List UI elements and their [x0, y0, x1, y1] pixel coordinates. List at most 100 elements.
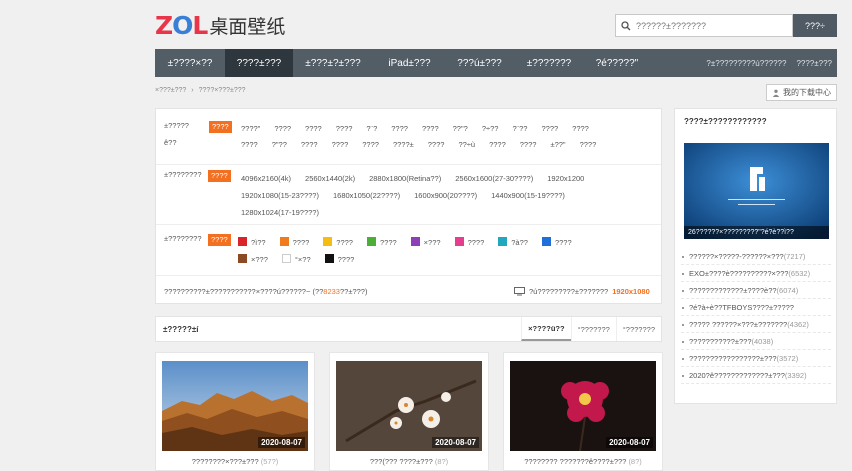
filter-color-option[interactable]: ???? [279, 234, 309, 251]
filter-category-option[interactable]: ??"? [453, 121, 468, 137]
wallpaper-card[interactable]: 2020-08-07 ????????×???±??? (57?) [155, 352, 315, 471]
search-input[interactable] [636, 20, 786, 31]
filter-resolution-option[interactable]: 1680x1050(22????) [333, 187, 400, 204]
list-item[interactable]: ?????????????±????è??(6074) [681, 282, 831, 299]
list-item[interactable]: ????? ??????×???±???????(4362) [681, 316, 831, 333]
filter-color-option[interactable]: ???? [323, 234, 353, 251]
filter-resolution-option[interactable]: 2880x1800(Retina??) [369, 170, 441, 187]
color-name: ???? [554, 238, 572, 247]
list-item[interactable]: ?????????????????±???(3572) [681, 350, 831, 367]
filter-resolution-option[interactable]: 1920x1080(15-23????) [241, 187, 319, 204]
filter-category-option[interactable]: ???? [362, 137, 379, 153]
color-name: ?à?? [511, 238, 528, 247]
filter-category-option[interactable]: ?÷?? [482, 121, 499, 137]
tab-sort-3[interactable]: °??????? [615, 317, 661, 341]
wallpaper-caption[interactable]: ????????×???±??? (57?) [156, 457, 314, 466]
filter-category-option[interactable]: ???? [241, 137, 258, 153]
filter-color-option[interactable]: ?ì?? [238, 234, 266, 251]
list-item[interactable]: ?é?à÷è??TFBOYS????±????? [681, 299, 831, 316]
list-item[interactable]: ???????????±???(4038) [681, 333, 831, 350]
filter-category-option[interactable]: ????± [393, 137, 414, 153]
list-item-count: (6532) [788, 269, 811, 278]
filter-category-option[interactable]: ???? [428, 137, 445, 153]
search-box[interactable] [615, 14, 793, 37]
filter-category-option[interactable]: ???? [580, 137, 597, 153]
breadcrumb-home[interactable]: ×???±??? [155, 87, 186, 94]
nav-item-7[interactable]: ?é?????" [585, 49, 649, 77]
color-name: ???? [467, 238, 485, 247]
wallpaper-thumbnail[interactable]: 2020-08-07 [510, 361, 656, 451]
list-item-title: ?é?à÷è??TFBOYS????±????? [689, 303, 794, 312]
filter-color-option[interactable]: ???? [454, 234, 485, 251]
filter-category-option[interactable]: ????" [241, 121, 260, 137]
filter-category-option[interactable]: ???? [301, 137, 318, 153]
list-item-count: (7217) [783, 252, 806, 261]
wallpaper-caption[interactable]: ???(??? ????±??? (8?) [330, 457, 488, 466]
filter-resolution-option[interactable]: 1440x900(15-19????) [491, 187, 565, 204]
filter-resolution-option[interactable]: 2560x1440(2k) [305, 170, 355, 187]
wallpaper-thumbnail[interactable]: 2020-08-07 [336, 361, 482, 451]
filter-color-option[interactable]: ???? [366, 234, 397, 251]
filter-category-option[interactable]: ???? [336, 121, 353, 137]
filter-category-option[interactable]: ?¨? [366, 121, 377, 137]
nav-item-6[interactable]: ±??????? [513, 49, 585, 77]
sidebar-banner[interactable]: 26??????×?????????"?é?è??ì?? [684, 143, 829, 239]
filter-color-option[interactable]: ×??? [410, 234, 441, 251]
filter-resolution-all[interactable]: ???? [208, 170, 231, 182]
color-swatch [498, 237, 508, 246]
filter-category-all[interactable]: ???? [209, 121, 232, 133]
breadcrumb-current[interactable]: ????×???±??? [199, 87, 246, 94]
tab-sort-1[interactable]: ×????ü?? [521, 317, 571, 341]
nav-right-link-1[interactable]: ?±?????????ú?????? [701, 59, 791, 68]
filter-resolution-option[interactable]: 1600x900(20????) [414, 187, 477, 204]
filter-color-option[interactable]: ×??? [238, 251, 268, 268]
filter-resolution-option[interactable]: 2560x1600(27-30????) [455, 170, 533, 187]
filter-category-option[interactable]: ???? [541, 121, 558, 137]
filter-color-option[interactable]: ???? [541, 234, 572, 251]
filter-color-option[interactable]: °×?? [281, 251, 311, 268]
wallpaper-card[interactable]: 2020-08-07 ???????? ???????ê????±??? (8?… [503, 352, 663, 471]
filter-category-option[interactable]: ???? [305, 121, 322, 137]
nav-item-2[interactable]: ????±??? [225, 49, 293, 77]
filter-category-option[interactable]: ??÷ù [458, 137, 475, 153]
list-item[interactable]: EXO±????è??????????×???(6532) [681, 265, 831, 282]
nav-item-5[interactable]: ???ú±??? [446, 49, 513, 77]
download-center-button[interactable]: 我的下载中心 [766, 84, 837, 101]
filter-category-option[interactable]: ???? [489, 137, 506, 153]
filter-resolution-option[interactable]: 4096x2160(4k) [241, 170, 291, 187]
screen-resolution-value[interactable]: 1920x1080 [612, 287, 650, 296]
filter-color-all[interactable]: ???? [208, 234, 231, 246]
filter-category-option[interactable]: ???? [520, 137, 537, 153]
tab-sort-2[interactable]: °??????? [570, 317, 616, 341]
wallpaper-card[interactable]: 2020-08-07 ???(??? ????±??? (8?) [329, 352, 489, 471]
filter-category-option[interactable]: ???? [572, 121, 589, 137]
filter-category-option[interactable]: ±??" [550, 137, 565, 153]
nav-item-4[interactable]: iPad±??? [373, 49, 446, 77]
list-item[interactable]: ??????×?????-??????×???(7217) [681, 248, 831, 265]
filter-category-option[interactable]: ?¨?? [512, 121, 527, 137]
nav-item-3[interactable]: ±???±?±??? [293, 49, 373, 77]
filter-category-option[interactable]: ???? [391, 121, 408, 137]
filter-resolution-label: ±???????? [164, 170, 202, 179]
nav-right-link-2[interactable]: ????±??? [791, 59, 837, 68]
filter-color-option[interactable]: ???? [324, 251, 355, 268]
color-name: ???? [337, 255, 355, 264]
list-item-title: ?????????????????±??? [689, 354, 777, 363]
list-item[interactable]: 2020?ê?????????????±???(3392) [681, 367, 831, 384]
search-icon [621, 20, 631, 30]
list-item-title: 2020?ê?????????????±??? [689, 371, 785, 380]
filter-category-option[interactable]: ???? [274, 121, 291, 137]
filter-category-option[interactable]: ???? [422, 121, 439, 137]
nav-item-1[interactable]: ±????×?? [155, 49, 225, 77]
filter-resolution-option[interactable]: 1280x1024(17-19????) [241, 204, 319, 221]
search-button[interactable]: ???÷ [793, 14, 837, 37]
filter-color-option[interactable]: ?à?? [498, 234, 528, 251]
wallpaper-thumbnail[interactable]: 2020-08-07 [162, 361, 308, 451]
filter-color-row: ±???????? ???? ?ì?????????????? ×????????… [164, 234, 659, 274]
wallpaper-caption[interactable]: ???????? ???????ê????±??? (8?) [504, 457, 662, 466]
filter-category-option[interactable]: ?"?? [272, 137, 287, 153]
filter-category-option[interactable]: ???? [332, 137, 349, 153]
zol-logo[interactable]: ZOL 桌面壁纸 [155, 11, 285, 40]
filter-resolution-option[interactable]: 1920x1200 [547, 170, 584, 187]
sort-tabs: ×????ü?? °??????? °??????? [521, 317, 661, 341]
